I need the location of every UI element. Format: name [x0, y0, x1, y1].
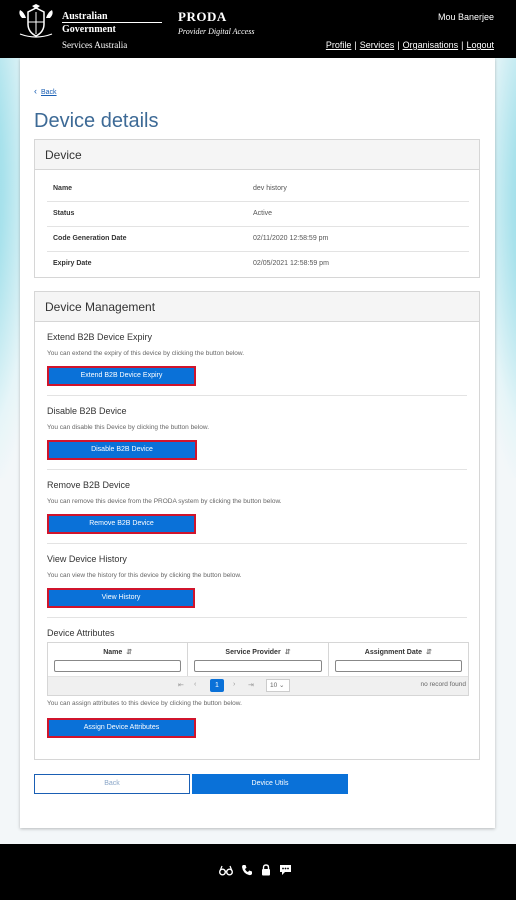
grid-pager: ⇤ ‹ 1 › ⇥ 10 ⌄ no record found — [48, 677, 468, 695]
page-size-select[interactable]: 10 ⌄ — [266, 679, 290, 692]
gov-line2: Services Australia — [62, 40, 128, 50]
main-content: ‹ Back Device details Device Name dev his… — [20, 58, 495, 828]
column-header-label: Name — [103, 649, 123, 656]
nav-services[interactable]: Services — [360, 40, 395, 50]
device-details-table: Name dev history Status Active Code Gene… — [47, 176, 469, 276]
page-title: Device details — [34, 110, 159, 132]
header-nav: Profile | Services | Organisations | Logout — [326, 40, 494, 50]
last-page-icon[interactable]: ⇥ — [248, 681, 254, 689]
gov-line1: Australian Government — [62, 11, 116, 35]
next-page-icon[interactable]: › — [233, 681, 235, 688]
device-status-value: Active — [253, 200, 469, 226]
device-name-value: dev history — [253, 184, 287, 192]
section-description: You can remove this device from the PROD… — [47, 498, 282, 505]
glasses-icon[interactable] — [219, 864, 233, 876]
name-filter-input[interactable] — [54, 660, 182, 672]
gov-wordmark: Australian Government Services Australia — [62, 10, 154, 52]
chat-icon[interactable] — [279, 864, 292, 876]
device-name-label: Name — [53, 184, 73, 192]
expiry-date-value: 02/05/2021 12:58:59 pm — [253, 250, 469, 276]
nav-profile[interactable]: Profile — [326, 40, 352, 50]
table-row: Name dev history — [47, 176, 469, 201]
device-utils-button[interactable]: Device Utils — [192, 774, 348, 794]
first-page-icon[interactable]: ⇤ — [178, 681, 184, 689]
column-header-label: Assignment Date — [364, 649, 422, 656]
table-row: Code Generation Date 02/11/2020 12:58:59… — [47, 225, 469, 251]
section-description: You can extend the expiry of this device… — [47, 350, 245, 357]
chevron-left-icon: ‹ — [34, 86, 37, 96]
disable-b2b-device-button[interactable]: Disable B2B Device — [47, 440, 197, 460]
sort-icon: ⇵ — [126, 649, 133, 656]
footer-icons — [219, 864, 292, 876]
device-management-heading: Device Management — [35, 292, 479, 322]
remove-device-section: Remove B2B Device You can remove this de… — [47, 470, 467, 544]
service-provider-filter-input[interactable] — [194, 660, 322, 672]
chevron-down-icon: ⌄ — [279, 682, 285, 689]
section-title: View Device History — [47, 554, 127, 564]
prev-page-icon[interactable]: ‹ — [194, 681, 196, 688]
extend-expiry-section: Extend B2B Device Expiry You can extend … — [47, 322, 467, 396]
section-title: Disable B2B Device — [47, 406, 127, 416]
page-size-value: 10 — [270, 682, 278, 689]
column-header-label: Service Provider — [225, 649, 281, 656]
sort-icon: ⇵ — [284, 649, 291, 656]
view-history-button[interactable]: View History — [47, 588, 195, 608]
coat-of-arms-icon — [19, 4, 53, 38]
user-name: Mou Banerjee — [437, 12, 494, 22]
column-header[interactable]: Name ⇵ — [48, 648, 187, 656]
code-generation-date-label: Code Generation Date — [47, 225, 253, 251]
no-record-text: no record found — [420, 681, 466, 688]
table-row: Expiry Date 02/05/2021 12:58:59 pm — [47, 250, 469, 276]
sort-icon: ⇵ — [425, 649, 432, 656]
device-panel: Device Name dev history Status Active Co… — [34, 139, 480, 278]
expiry-date-label: Expiry Date — [47, 250, 253, 276]
grid-column-assignment-date: Assignment Date ⇵ — [329, 643, 468, 676]
nav-separator: | — [354, 40, 357, 50]
gov-divider — [62, 22, 162, 23]
remove-b2b-device-button[interactable]: Remove B2B Device — [47, 514, 196, 534]
column-header[interactable]: Assignment Date ⇵ — [329, 648, 468, 656]
assignment-date-filter-input[interactable] — [334, 660, 462, 672]
device-panel-heading: Device — [35, 140, 479, 170]
grid-column-name: Name ⇵ — [48, 643, 189, 676]
section-title: Device Attributes — [47, 628, 115, 638]
lock-icon[interactable] — [261, 864, 271, 876]
table-row: Status Active — [47, 200, 469, 226]
section-title: Extend B2B Device Expiry — [47, 332, 153, 342]
grid-column-service-provider: Service Provider ⇵ — [188, 643, 329, 676]
phone-icon[interactable] — [241, 864, 253, 876]
device-management-panel: Device Management Extend B2B Device Expi… — [34, 291, 480, 760]
device-attributes-grid: Name ⇵ Service Provider ⇵ Assignment Date ⇵… — [47, 642, 469, 696]
current-page[interactable]: 1 — [210, 679, 224, 692]
app-subtitle: Provider Digital Access — [178, 27, 255, 36]
australian-government-logo[interactable]: Australian Government Services Australia — [14, 4, 162, 50]
device-status-label: Status — [47, 200, 253, 226]
site-header: Australian Government Services Australia… — [0, 0, 516, 58]
nav-organisations[interactable]: Organisations — [403, 40, 459, 50]
section-description: You can assign attributes to this device… — [47, 700, 242, 707]
back-link-label: Back — [41, 89, 57, 96]
section-description: You can view the history for this device… — [47, 572, 242, 579]
column-header[interactable]: Service Provider ⇵ — [188, 648, 327, 656]
section-description: You can disable this Device by clicking … — [47, 424, 209, 431]
back-link[interactable]: ‹ Back — [34, 86, 57, 96]
nav-logout[interactable]: Logout — [466, 40, 494, 50]
section-title: Remove B2B Device — [47, 480, 131, 490]
nav-separator: | — [461, 40, 464, 50]
assign-device-attributes-button[interactable]: Assign Device Attributes — [47, 718, 196, 738]
grid-header: Name ⇵ Service Provider ⇵ Assignment Date ⇵ — [48, 643, 468, 677]
extend-b2b-device-expiry-button[interactable]: Extend B2B Device Expiry — [47, 366, 196, 386]
code-generation-date-value: 02/11/2020 12:58:59 pm — [253, 225, 469, 251]
site-footer — [0, 844, 516, 900]
app-title: PRODA — [178, 9, 227, 24]
disable-device-section: Disable B2B Device You can disable this … — [47, 396, 467, 470]
back-button[interactable]: Back — [34, 774, 190, 794]
nav-separator: | — [397, 40, 400, 50]
view-history-section: View Device History You can view the his… — [47, 544, 467, 618]
device-attributes-section: Device Attributes Name ⇵ Service Provider… — [47, 618, 469, 758]
